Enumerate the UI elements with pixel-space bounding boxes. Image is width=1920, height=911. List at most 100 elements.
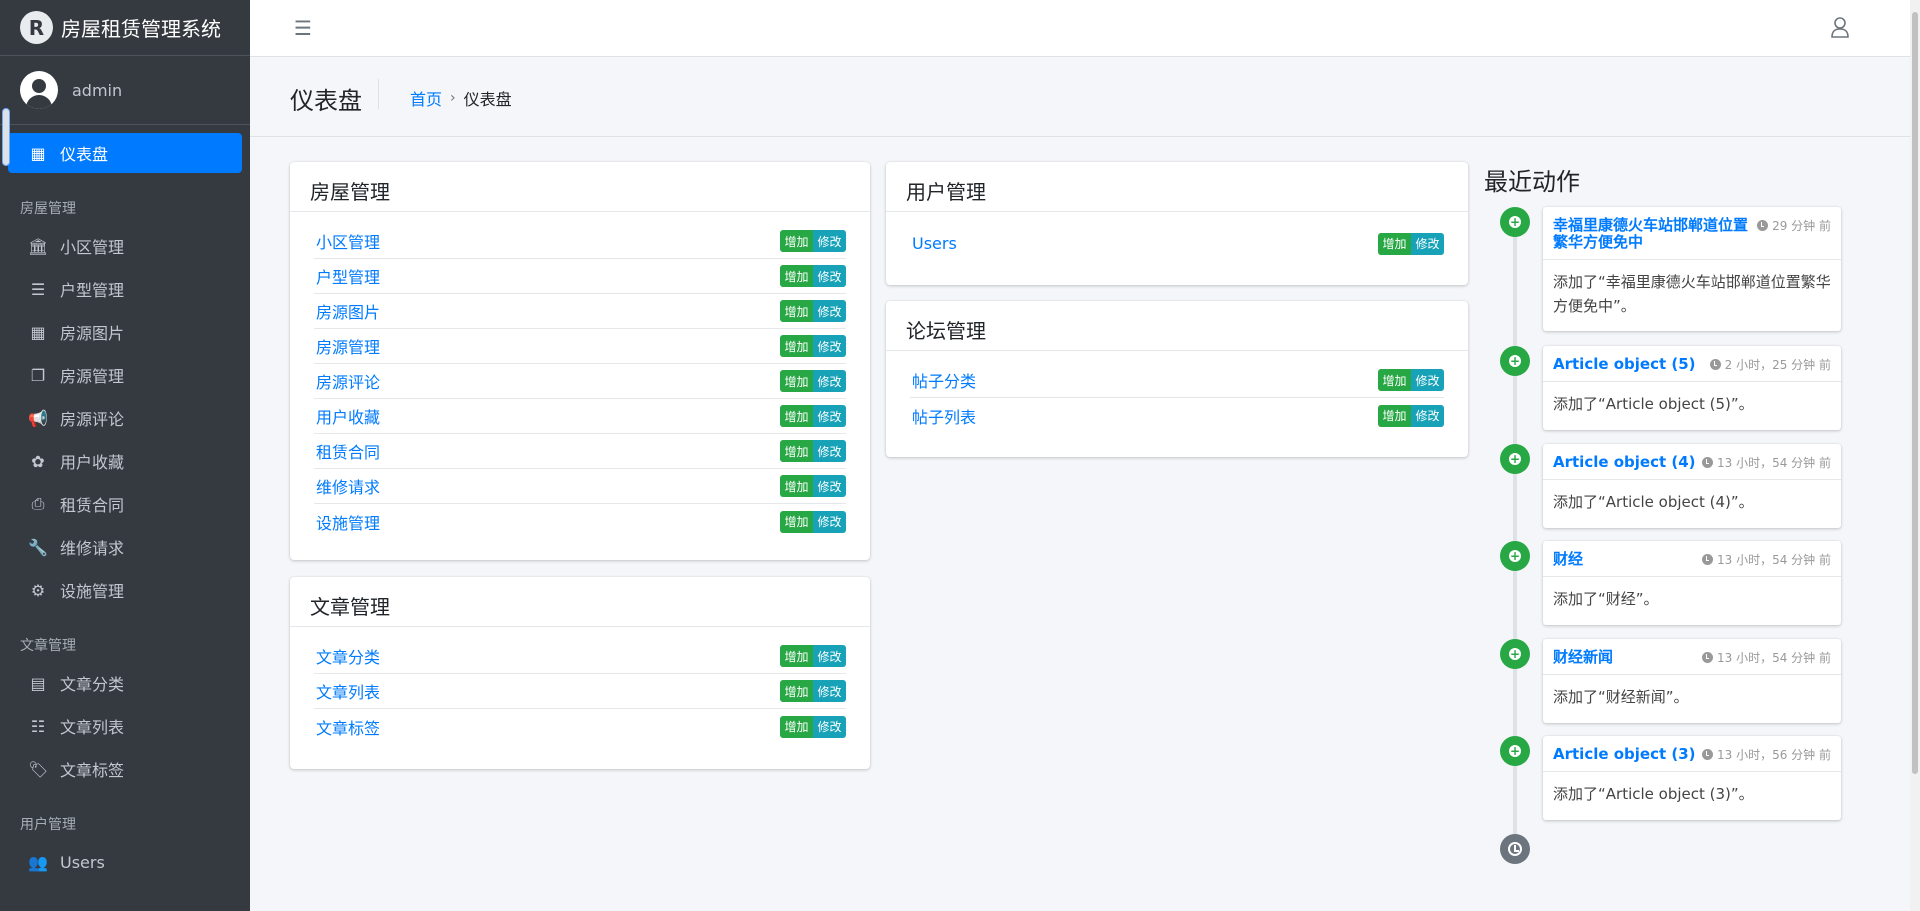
add-button[interactable]: 增加 <box>1378 232 1411 255</box>
sidebar-item-cubes[interactable]: ✿ 用户收藏 <box>8 441 242 481</box>
timeline-item-link[interactable]: 幸福里康德火车站邯郸道位置繁华方便免中 <box>1553 217 1753 251</box>
sidebar-item-bars[interactable]: ☰ 户型管理 <box>8 269 242 309</box>
model-link[interactable]: 房源管理 <box>314 334 380 358</box>
sidebar-item-gear[interactable]: ⚙ 设施管理 <box>8 570 242 610</box>
action-buttons: 增加 修改 <box>780 680 846 702</box>
breadcrumb-home-link[interactable]: 首页 <box>410 86 442 110</box>
clock-icon <box>1709 359 1721 370</box>
timeline-item-link[interactable]: Article object (3) <box>1553 746 1696 763</box>
add-button[interactable]: 增加 <box>780 715 813 738</box>
action-buttons: 增加 修改 <box>1378 404 1444 427</box>
modify-button[interactable]: 修改 <box>813 475 846 497</box>
timeline-item: Article object (3) 13 小时，56 分钟 前添加了“Artic… <box>1543 736 1841 820</box>
clock-icon <box>1702 554 1714 565</box>
modify-button[interactable]: 修改 <box>813 715 846 738</box>
add-button[interactable]: 增加 <box>780 230 813 252</box>
list-icon: ☷ <box>30 716 46 736</box>
timeline-item-link[interactable]: 财经 <box>1553 551 1583 568</box>
timeline-item-header: 财经新闻 13 小时，54 分钟 前 <box>1543 639 1841 675</box>
model-link[interactable]: 户型管理 <box>314 264 380 288</box>
user-panel[interactable]: admin <box>0 56 250 125</box>
sidebar-item-bullhorn[interactable]: 📢 房源评论 <box>8 398 242 438</box>
timeline-item-link[interactable]: Article object (5) <box>1553 356 1696 373</box>
sidebar-item-label: 小区管理 <box>60 238 125 257</box>
list-item: 小区管理 增加 修改 <box>314 224 846 259</box>
add-button[interactable]: 增加 <box>780 510 813 533</box>
brand-link[interactable]: R 房屋租赁管理系统 <box>0 0 250 56</box>
add-button[interactable]: 增加 <box>1378 404 1411 427</box>
hamburger-menu-icon[interactable]: ☰ <box>294 16 312 40</box>
user-icon[interactable] <box>1830 16 1850 38</box>
sidebar-scroll-handle[interactable] <box>2 108 10 166</box>
sidebar-item-label: 设施管理 <box>60 582 125 601</box>
model-link[interactable]: 房源图片 <box>314 299 380 323</box>
sidebar-item-users[interactable]: 👥 Users <box>8 842 242 882</box>
clock-icon <box>1757 220 1769 231</box>
sidebar-item-wrench[interactable]: 🔧 维修请求 <box>8 527 242 567</box>
page-scrollbar[interactable] <box>1910 0 1920 911</box>
add-button[interactable]: 增加 <box>780 300 813 322</box>
timeline-item-body: 添加了“财经新闻”。 <box>1553 688 1689 706</box>
modify-button[interactable]: 修改 <box>813 335 846 357</box>
time-text: 2 小时，25 分钟 前 <box>1724 358 1831 372</box>
model-link[interactable]: 维修请求 <box>314 474 380 498</box>
sidebar-item-print[interactable]: ⎙ 租赁合同 <box>8 484 242 524</box>
gear-icon: ⚙ <box>30 580 46 600</box>
timeline-item-time: 13 小时，54 分钟 前 <box>1702 454 1831 471</box>
sidebar-item-list[interactable]: ☷ 文章列表 <box>8 706 242 746</box>
model-link[interactable]: 小区管理 <box>314 229 380 253</box>
add-button[interactable]: 增加 <box>780 265 813 287</box>
bullhorn-icon: 📢 <box>28 408 48 428</box>
model-link[interactable]: 文章分类 <box>314 644 380 668</box>
model-link[interactable]: 房源评论 <box>314 369 380 393</box>
sidebar-item-bank[interactable]: 🏛 小区管理 <box>8 226 242 266</box>
add-button[interactable]: 增加 <box>780 475 813 497</box>
modify-button[interactable]: 修改 <box>813 370 846 392</box>
sidebar-item-list-alt[interactable]: ▤ 文章分类 <box>8 663 242 703</box>
modify-button[interactable]: 修改 <box>1411 404 1444 427</box>
modify-button[interactable]: 修改 <box>813 230 846 252</box>
action-buttons: 增加 修改 <box>1378 369 1444 391</box>
add-button[interactable]: 增加 <box>780 680 813 702</box>
grid-icon: ▦ <box>30 322 46 342</box>
modify-button[interactable]: 修改 <box>813 510 846 533</box>
modify-button[interactable]: 修改 <box>813 440 846 462</box>
add-button[interactable]: 增加 <box>780 440 813 462</box>
modify-button[interactable]: 修改 <box>813 680 846 702</box>
model-link[interactable]: 帖子列表 <box>910 404 976 428</box>
model-link[interactable]: 设施管理 <box>314 510 380 534</box>
modify-button[interactable]: 修改 <box>813 265 846 287</box>
sidebar-item-grid[interactable]: ▦ 房源图片 <box>8 312 242 352</box>
list-item: 帖子列表 增加 修改 <box>910 398 1444 433</box>
model-link[interactable]: Users <box>910 234 957 253</box>
add-button[interactable]: 增加 <box>780 370 813 392</box>
timeline-item: Article object (5) 2 小时，25 分钟 前添加了“Articl… <box>1543 346 1841 430</box>
modify-button[interactable]: 修改 <box>813 405 846 427</box>
timeline-item-body: 添加了“幸福里康德火车站邯郸道位置繁华方便免中”。 <box>1553 273 1831 315</box>
user-name: admin <box>72 80 123 100</box>
modify-button[interactable]: 修改 <box>813 300 846 322</box>
timeline-item-header: Article object (5) 2 小时，25 分钟 前 <box>1543 346 1841 382</box>
model-link[interactable]: 帖子分类 <box>910 368 976 392</box>
modify-button[interactable]: 修改 <box>813 645 846 667</box>
model-link[interactable]: 文章标签 <box>314 715 380 739</box>
action-buttons: 增加 修改 <box>780 645 846 667</box>
modify-button[interactable]: 修改 <box>1411 232 1444 255</box>
add-button[interactable]: 增加 <box>780 335 813 357</box>
dashboard-icon: ▦ <box>30 143 46 163</box>
list-item: Users 增加 修改 <box>910 226 1444 261</box>
model-link[interactable]: 文章列表 <box>314 679 380 703</box>
sidebar-item-clone[interactable]: ❐ 房源管理 <box>8 355 242 395</box>
add-button[interactable]: 增加 <box>780 405 813 427</box>
timeline-item-link[interactable]: Article object (4) <box>1553 454 1696 471</box>
model-link[interactable]: 租赁合同 <box>314 439 380 463</box>
sidebar-item-label: 租赁合同 <box>60 496 125 515</box>
timeline-item-link[interactable]: 财经新闻 <box>1553 649 1613 666</box>
add-button[interactable]: 增加 <box>780 645 813 667</box>
clock-icon <box>1702 749 1714 760</box>
model-link[interactable]: 用户收藏 <box>314 404 380 428</box>
modify-button[interactable]: 修改 <box>1411 369 1444 391</box>
sidebar-item-tags[interactable]: 🏷 文章标签 <box>8 749 242 789</box>
add-button[interactable]: 增加 <box>1378 369 1411 391</box>
sidebar-item-dashboard[interactable]: ▦ 仪表盘 <box>8 133 242 173</box>
